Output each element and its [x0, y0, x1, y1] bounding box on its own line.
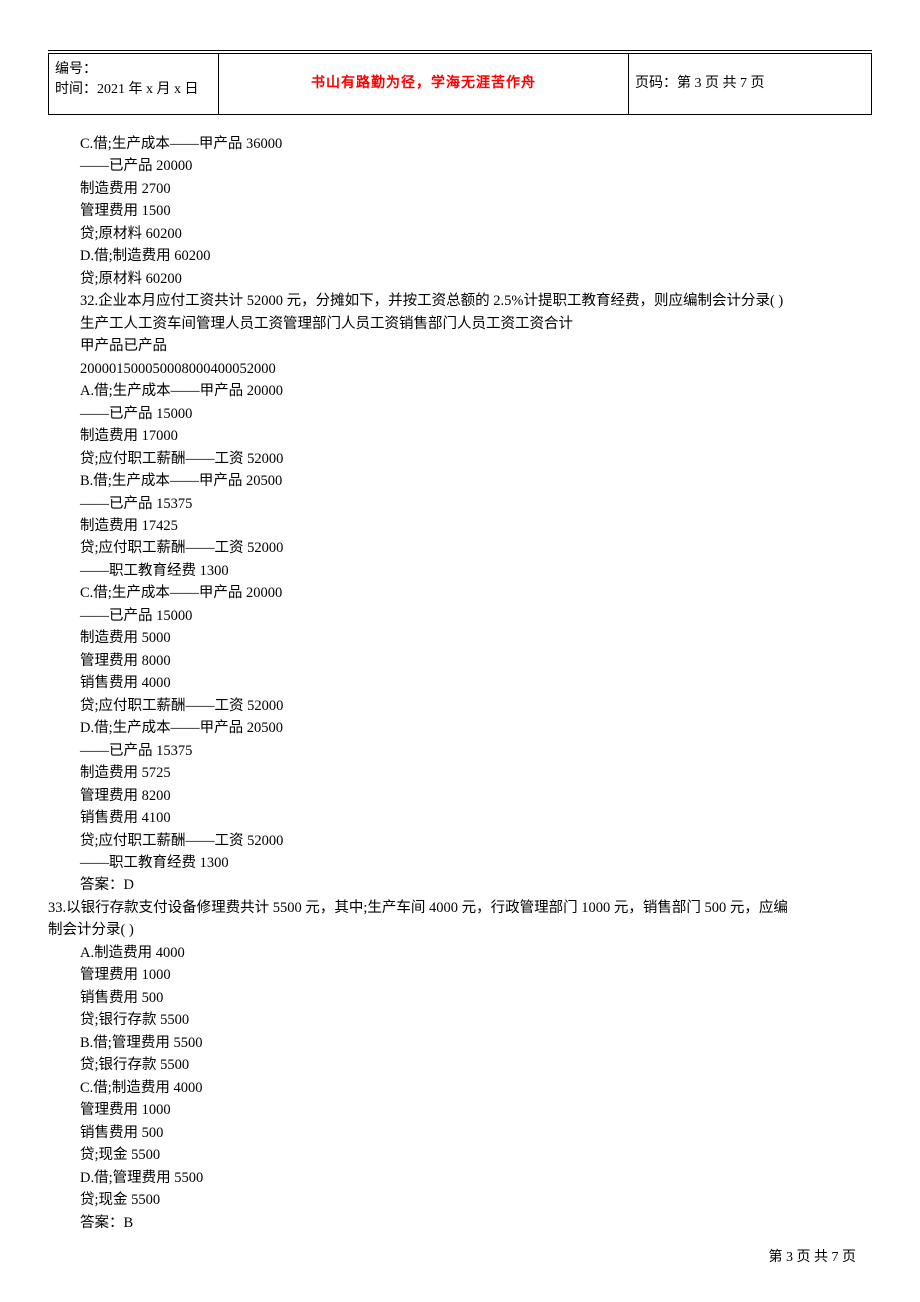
header-motto: 书山有路勤为径，学海无涯苦作舟 [219, 54, 629, 115]
header-page-label: 页码：第 3 页 共 7 页 [629, 54, 872, 115]
body-line: 贷;应付职工薪酬——工资 52000 [80, 448, 872, 470]
body-line: 贷;应付职工薪酬——工资 52000 [80, 537, 872, 559]
body-line: ——职工教育经费 1300 [80, 852, 872, 874]
body-line: 管理费用 1000 [80, 964, 872, 986]
body-line: ——职工教育经费 1300 [80, 560, 872, 582]
body-line: A.制造费用 4000 [80, 942, 872, 964]
body-line: 贷;应付职工薪酬——工资 52000 [80, 830, 872, 852]
body-line: 制造费用 5000 [80, 627, 872, 649]
body-line: C.借;生产成本——甲产品 36000 [80, 133, 872, 155]
body-line: ——已产品 15000 [80, 605, 872, 627]
body-line: C.借;生产成本——甲产品 20000 [80, 582, 872, 604]
doc-time-label: 时间：2021 年 x 月 x 日 [55, 78, 212, 98]
body-line: 制造费用 2700 [80, 178, 872, 200]
body-line: ——已产品 15375 [80, 493, 872, 515]
body-line: ——已产品 15375 [80, 740, 872, 762]
body-line: ——已产品 15000 [80, 403, 872, 425]
body-line: 甲产品已产品 [80, 335, 872, 357]
body-line: 32.企业本月应付工资共计 52000 元，分摊如下，并按工资总额的 2.5%计… [80, 290, 872, 312]
body-line: 管理费用 8200 [80, 785, 872, 807]
body-line: 贷;现金 5500 [80, 1144, 872, 1166]
body-line: 贷;现金 5500 [80, 1189, 872, 1211]
page-footer: 第 3 页 共 7 页 [769, 1246, 857, 1266]
body-line: 答案：B [80, 1212, 872, 1234]
body-line: 制造费用 17000 [80, 425, 872, 447]
body-line: D.借;生产成本——甲产品 20500 [80, 717, 872, 739]
body-line: 贷;银行存款 5500 [80, 1009, 872, 1031]
body-line: A.借;生产成本——甲产品 20000 [80, 380, 872, 402]
body-line: 销售费用 500 [80, 1122, 872, 1144]
body-line: C.借;制造费用 4000 [80, 1077, 872, 1099]
top-rule [48, 50, 872, 51]
doc-id-label: 编号： [55, 58, 212, 78]
body-line: 管理费用 1000 [80, 1099, 872, 1121]
body-line: 销售费用 4100 [80, 807, 872, 829]
body-line: 制造费用 17425 [80, 515, 872, 537]
body-line: D.借;制造费用 60200 [80, 245, 872, 267]
body-line: 生产工人工资车间管理人员工资管理部门人员工资销售部门人员工资工资合计 [80, 313, 872, 335]
body-line: 答案：D [80, 874, 872, 896]
body-line: B.借;生产成本——甲产品 20500 [80, 470, 872, 492]
body-line: 管理费用 8000 [80, 650, 872, 672]
header-table: 编号： 时间：2021 年 x 月 x 日 书山有路勤为径，学海无涯苦作舟 页码… [48, 53, 872, 115]
body-line: 贷;银行存款 5500 [80, 1054, 872, 1076]
header-left-cell: 编号： 时间：2021 年 x 月 x 日 [49, 54, 219, 115]
body-line: 贷;原材料 60200 [80, 268, 872, 290]
body-line: 制造费用 5725 [80, 762, 872, 784]
body-line: D.借;管理费用 5500 [80, 1167, 872, 1189]
body-line: 管理费用 1500 [80, 200, 872, 222]
body-line: 200001500050008000400052000 [80, 358, 872, 380]
document-body: C.借;生产成本——甲产品 36000——已产品 20000制造费用 2700管… [48, 133, 872, 1234]
body-line: 贷;应付职工薪酬——工资 52000 [80, 695, 872, 717]
body-line: 销售费用 4000 [80, 672, 872, 694]
body-line: ——已产品 20000 [80, 155, 872, 177]
body-line: 销售费用 500 [80, 987, 872, 1009]
body-line: 贷;原材料 60200 [80, 223, 872, 245]
body-line: 制会计分录( ) [48, 919, 872, 941]
body-line: B.借;管理费用 5500 [80, 1032, 872, 1054]
body-line: 33.以银行存款支付设备修理费共计 5500 元，其中;生产车间 4000 元，… [48, 897, 872, 919]
